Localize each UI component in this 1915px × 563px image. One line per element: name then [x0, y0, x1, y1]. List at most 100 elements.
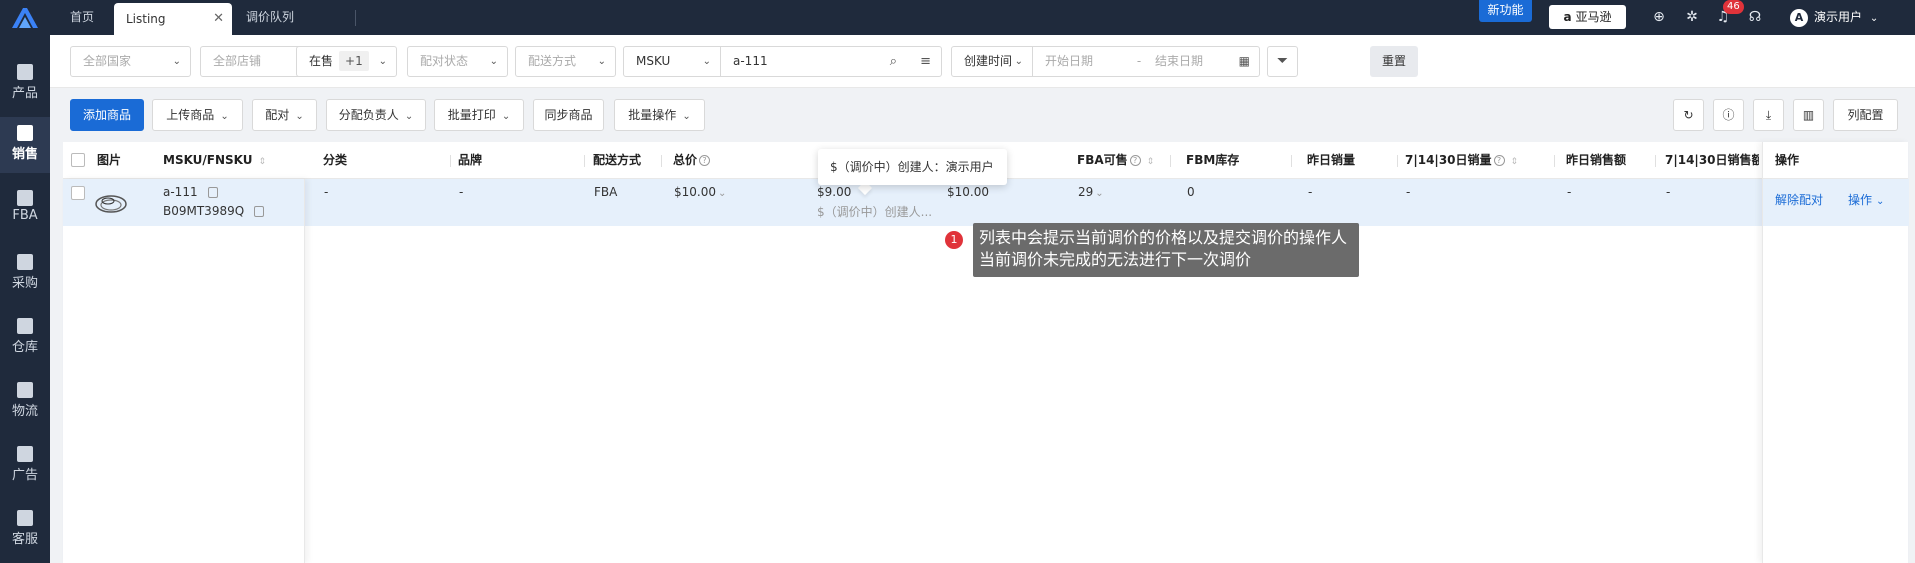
nav-label: 客服	[11, 532, 38, 547]
column-config-button[interactable]: 列配置	[1833, 99, 1898, 131]
user-menu[interactable]: A 演示用户 ⌄	[1790, 6, 1878, 28]
listing-table: 图片 MSKU/FNSKU ⇕ 分类 品牌 配送方式 总价? FBA可售? ⇕ FB…	[63, 142, 1909, 563]
tab-home[interactable]: 首页	[70, 0, 94, 35]
price-status-text[interactable]: $（调价中）创建人...	[817, 203, 932, 220]
product-icon	[17, 64, 33, 80]
upload-product-button[interactable]: 上传商品 ⌄	[152, 99, 243, 131]
download-icon[interactable]: ⊕	[1650, 8, 1668, 26]
total-price-cell[interactable]: $10.00 ⌄	[674, 185, 726, 199]
unpair-link[interactable]: 解除配对	[1775, 191, 1823, 208]
table-row[interactable]: a-111 B09MT3989Q - - FBA $10.00 ⌄ $9.00 $…	[63, 179, 1908, 226]
nav-item-ads[interactable]: 广告	[0, 438, 50, 494]
bug-icon[interactable]: ✲	[1683, 8, 1701, 26]
app-logo-icon[interactable]	[8, 6, 42, 30]
close-icon[interactable]: ✕	[213, 3, 224, 35]
search-input[interactable]: a-111 ⌕ ≡	[720, 46, 942, 77]
layout-icon[interactable]: ▥	[1793, 99, 1824, 131]
truck-icon	[17, 382, 33, 398]
operate-label: 操作	[1848, 193, 1873, 207]
select-all-checkbox[interactable]	[71, 153, 85, 167]
headset-icon[interactable]: ☊	[1746, 8, 1764, 26]
time-field-value: 创建时间	[964, 54, 1013, 68]
delivery-select[interactable]: 配送方式 ⌄	[515, 46, 616, 77]
category-cell: -	[324, 185, 329, 199]
nav-label: 采购	[11, 276, 38, 291]
operations-column: 操作 解除配对 操作 ⌄	[1762, 142, 1909, 563]
status-select[interactable]: 在售 +1 ⌄	[296, 46, 397, 77]
nav-item-logistics[interactable]: 物流	[0, 374, 50, 430]
ad-icon	[17, 446, 33, 462]
nav-item-sales[interactable]: 销售	[0, 117, 50, 173]
chevron-down-icon: ⌄	[172, 56, 181, 67]
batch-ops-button[interactable]: 批量操作 ⌄	[614, 99, 705, 131]
header-yesterday-sales: 昨日销量	[1307, 153, 1356, 167]
chevron-down-icon: ⌄	[1014, 56, 1023, 67]
header-msku-fnsku-label: MSKU/FNSKU	[163, 153, 253, 167]
calendar-icon: ▦	[1238, 54, 1250, 68]
price-tooltip: $（调价中）创建人：演示用户	[818, 149, 1007, 185]
header-fba-available[interactable]: FBA可售? ⇕	[1077, 142, 1154, 179]
help-icon[interactable]: ?	[699, 155, 711, 166]
country-select-value: 全部国家	[83, 54, 132, 68]
operate-dropdown[interactable]: 操作 ⌄	[1848, 191, 1884, 208]
price-cell[interactable]: $9.00	[817, 185, 851, 199]
nav-item-service[interactable]: 客服	[0, 502, 50, 558]
search-field-value: MSKU	[636, 54, 671, 68]
date-range-input[interactable]: 开始日期 - 结束日期 ▦	[1032, 46, 1260, 77]
nav-item-purchase[interactable]: 采购	[0, 246, 50, 302]
help-icon[interactable]: ?	[1129, 155, 1141, 166]
batch-print-button[interactable]: 批量打印 ⌄	[434, 99, 524, 131]
nav-label: 产品	[11, 86, 38, 101]
refresh-icon[interactable]: ↻	[1673, 99, 1704, 131]
amazon-icon: a	[1563, 10, 1572, 24]
fba-available-cell[interactable]: 29 ⌄	[1078, 185, 1104, 199]
column-divider	[1554, 155, 1555, 167]
yesterday-revenue-cell: -	[1567, 185, 1572, 199]
annotation-line-1: 列表中会提示当前调价的价格以及提交调价的操作人	[979, 228, 1348, 247]
tab-reprice-queue[interactable]: 调价队列	[246, 0, 294, 35]
nav-item-fba[interactable]: FBA	[0, 182, 50, 238]
header-category: 分类	[323, 153, 348, 167]
search-icon[interactable]: ⌕	[890, 47, 897, 76]
list-icon[interactable]: ≡	[920, 47, 931, 76]
tab-listing[interactable]: Listing ✕	[114, 3, 232, 35]
chevron-down-icon: ⌄	[501, 111, 511, 122]
country-select[interactable]: 全部国家 ⌄	[70, 46, 191, 77]
help-icon[interactable]: ?	[1493, 155, 1505, 166]
annotation-callout: 列表中会提示当前调价的价格以及提交调价的操作人 当前调价未完成的无法进行下一次调…	[973, 223, 1359, 277]
time-field-select[interactable]: 创建时间 ⌄	[951, 46, 1033, 77]
search-field-select[interactable]: MSKU ⌄	[623, 46, 721, 77]
header-sales-7-14-30[interactable]: 7|14|30日销量? ⇕	[1405, 142, 1518, 179]
top-bar: 首页 Listing ✕ 调价队列 新功能 a 亚马逊 ⊕ ✲ ♫ 46 ☊ A…	[0, 0, 1915, 35]
assign-owner-button[interactable]: 分配负责人 ⌄	[326, 99, 426, 131]
chevron-down-icon: ⌄	[1095, 188, 1104, 199]
yesterday-sales-cell: -	[1308, 185, 1313, 199]
add-product-button[interactable]: 添加商品	[70, 99, 144, 131]
left-nav: 产品 销售 FBA 采购 仓库 物流 广告 客服	[0, 35, 50, 563]
sort-icon: ⇕	[1510, 157, 1519, 167]
column-divider	[584, 155, 585, 167]
export-icon[interactable]: ⤓	[1753, 99, 1784, 131]
sales-7-14-30-cell: -	[1406, 185, 1411, 199]
tab-divider	[355, 10, 356, 26]
reset-button[interactable]: 重置	[1370, 46, 1418, 77]
warehouse-icon	[17, 318, 33, 334]
revenue-7-14-30-cell: -	[1666, 185, 1671, 199]
nav-label: 广告	[11, 468, 38, 483]
filter-icon[interactable]: ⏷	[1267, 46, 1298, 77]
delivery-cell: FBA	[594, 185, 618, 199]
nav-item-product[interactable]: 产品	[0, 56, 50, 112]
header-delivery: 配送方式	[593, 153, 642, 167]
nav-item-warehouse[interactable]: 仓库	[0, 310, 50, 366]
marketplace-button[interactable]: a 亚马逊	[1549, 5, 1626, 29]
match-status-select[interactable]: 配对状态 ⌄	[407, 46, 508, 77]
batch-print-label: 批量打印	[447, 108, 496, 122]
pair-button[interactable]: 配对 ⌄	[252, 99, 317, 131]
header-msku-fnsku[interactable]: MSKU/FNSKU ⇕	[163, 142, 266, 179]
start-date-placeholder: 开始日期	[1045, 54, 1094, 68]
annotation-line-2: 当前调价未完成的无法进行下一次调价	[979, 250, 1252, 269]
sync-product-button[interactable]: 同步商品	[533, 99, 604, 131]
info-icon[interactable]: ⓘ	[1713, 99, 1744, 131]
new-feature-button[interactable]: 新功能	[1479, 0, 1532, 22]
cart-icon	[17, 254, 33, 270]
